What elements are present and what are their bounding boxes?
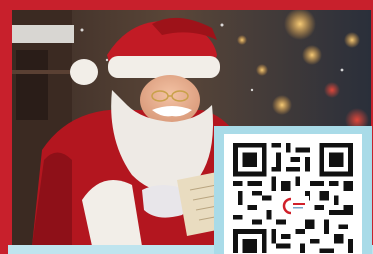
qr-center-logo xyxy=(279,196,309,216)
qr-code[interactable] xyxy=(224,134,362,254)
logo-icon xyxy=(282,197,305,215)
card-frame xyxy=(0,0,373,254)
qr-code-card xyxy=(214,126,372,254)
